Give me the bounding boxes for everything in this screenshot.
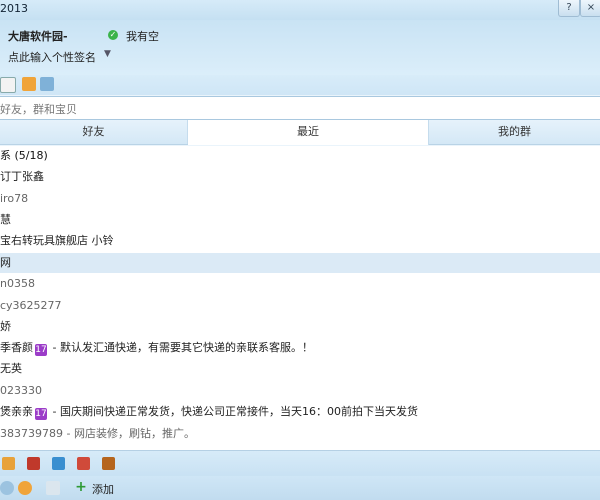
list-item[interactable]: 慧 — [0, 210, 600, 230]
help-button[interactable]: ? — [558, 0, 580, 17]
add-icon[interactable]: + — [74, 480, 88, 494]
search-input[interactable]: 好友，群和宝贝 — [0, 101, 77, 117]
list-item[interactable]: 娇 — [0, 317, 600, 337]
title-bar: 2013 ? × — [0, 0, 600, 20]
list-item[interactable]: 煲亲亲 17 - 国庆期间快递正常发货，快递公司正常接件，当天16：00前拍下当天… — [0, 402, 600, 422]
menu-icon[interactable] — [0, 481, 14, 495]
list-item[interactable]: cy3625277 — [0, 296, 600, 316]
footer-bar: + 添加 — [0, 476, 600, 500]
list-item[interactable]: 无英 — [0, 359, 600, 379]
mail-icon[interactable] — [0, 77, 16, 93]
tool-icon[interactable] — [40, 77, 54, 91]
app-icon[interactable] — [102, 457, 115, 470]
tab-friends[interactable]: 好友 — [0, 120, 188, 144]
contact-list: 系 (5/18) 订丁张鑫 iro78 慧 宝右转玩具旗舰店 小铃 网 n035… — [0, 146, 600, 450]
status-text[interactable]: 我有空 — [126, 28, 159, 44]
member-badge-icon: 17 — [35, 408, 47, 420]
member-badge-icon: 17 — [35, 344, 47, 356]
add-button[interactable]: 添加 — [92, 481, 114, 497]
signature-field[interactable]: 点此输入个性签名 — [8, 49, 96, 65]
list-item[interactable]: 系 (5/18) — [0, 146, 600, 166]
chevron-down-icon[interactable]: ▼ — [104, 49, 111, 59]
toolbar — [0, 75, 600, 95]
list-item[interactable]: iro78 — [0, 189, 600, 209]
list-item[interactable]: 383739789 - 网店装修，刷钻，推广。 — [0, 424, 600, 444]
app-icon[interactable] — [27, 457, 40, 470]
search-box[interactable]: 好友，群和宝贝 — [0, 96, 600, 120]
app-icon[interactable] — [2, 457, 15, 470]
message-icon[interactable] — [46, 481, 60, 495]
close-button[interactable]: × — [580, 0, 600, 17]
list-item[interactable]: 网 — [0, 253, 600, 273]
tab-bar: 好友 最近 我的群 — [0, 120, 600, 145]
tab-my-groups[interactable]: 我的群 — [429, 120, 600, 144]
app-center-icon[interactable] — [18, 481, 32, 495]
app-icon[interactable] — [77, 457, 90, 470]
list-item[interactable]: 宝右转玩具旗舰店 小铃 — [0, 231, 600, 251]
profile-panel: 大唐软件园- ✓ 我有空 点此输入个性签名 ▼ — [0, 20, 600, 75]
list-item[interactable]: 季香颜 17 - 默认发汇通快递，有需要其它快递的亲联系客服。！ — [0, 338, 600, 358]
contacts-icon[interactable] — [22, 77, 36, 91]
app-bar — [0, 450, 600, 477]
tab-recent[interactable]: 最近 — [188, 120, 429, 145]
list-item[interactable]: n0358 — [0, 274, 600, 294]
list-item[interactable]: 订丁张鑫 — [0, 167, 600, 187]
nickname[interactable]: 大唐软件园- — [8, 28, 68, 44]
app-icon[interactable] — [52, 457, 65, 470]
list-item[interactable]: 023330 — [0, 381, 600, 401]
window-title: 2013 — [0, 2, 28, 15]
online-status-icon[interactable]: ✓ — [108, 30, 118, 40]
